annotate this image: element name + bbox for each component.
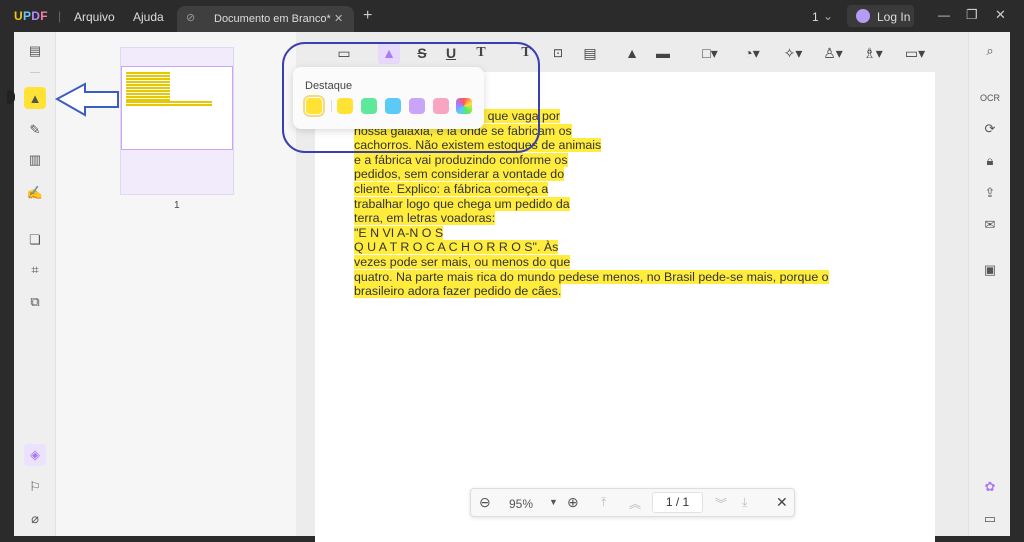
protect-icon[interactable]: 🔒︎ (979, 150, 1001, 172)
right-sidebar: ⌕ OCR ⟳ 🔒︎ ⇪ ✉ ▣ ✿ ▭ (968, 32, 1010, 536)
arrow-icon (54, 82, 119, 117)
annotation-overlay (54, 42, 540, 153)
ocr-icon[interactable]: OCR (979, 87, 1001, 109)
page-input[interactable]: 1 / 1 (652, 492, 703, 513)
share-icon[interactable]: ⇪ (979, 182, 1001, 204)
email-icon[interactable]: ✉ (979, 214, 1001, 236)
feedback-icon[interactable]: ▭ (979, 508, 1001, 530)
search-icon[interactable]: ⌕ (979, 40, 1001, 62)
zoom-dropdown-icon[interactable]: ▼ (549, 497, 558, 507)
zoom-in-icon[interactable]: ⊕ (567, 494, 579, 511)
zoom-navigation-bar: ⊖ 95% ▼ ⊕ ⤒ ︽ 1 / 1 ︾ ⤓ ✕ (470, 488, 795, 517)
next-page-icon[interactable]: ︾ (715, 495, 727, 512)
zoom-level[interactable]: 95% (509, 497, 533, 511)
first-page-icon[interactable]: ⤒ (601, 495, 606, 510)
last-page-icon[interactable]: ⤓ (742, 495, 747, 510)
zoom-out-icon[interactable]: ⊖ (479, 494, 491, 511)
save-icon[interactable]: ▣ (979, 259, 1001, 281)
annotation-outline (282, 42, 540, 153)
close-bar-icon[interactable]: ✕ (776, 494, 788, 511)
previous-page-icon[interactable]: ︽ (629, 495, 641, 512)
convert-icon[interactable]: ⟳ (979, 118, 1001, 140)
ai-assistant-icon[interactable]: ✿ (979, 476, 1001, 498)
